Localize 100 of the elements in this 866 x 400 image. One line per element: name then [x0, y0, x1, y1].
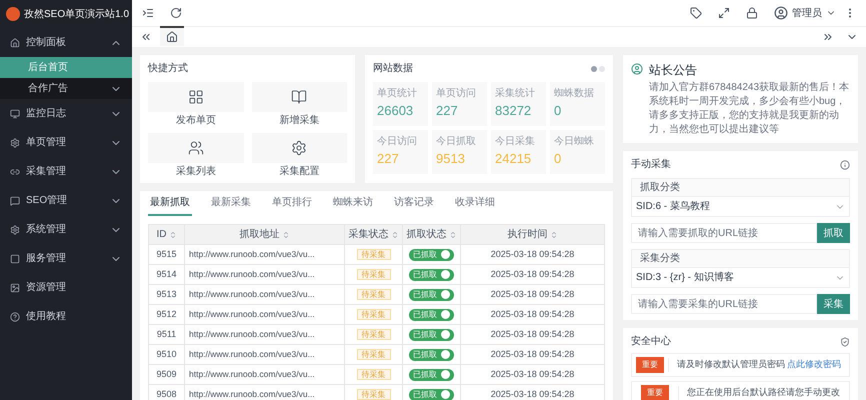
table-cell: 9513 [148, 284, 184, 304]
stat-value: 26603 [377, 102, 414, 120]
stat-label: 今日抓取 [436, 135, 477, 149]
sidebar-item[interactable]: 使用教程 [0, 302, 132, 331]
sort-icon [550, 230, 558, 238]
tab[interactable]: 单页排行 [270, 195, 314, 216]
stat-value: 0 [554, 102, 562, 120]
status-tag: 待采集 [356, 388, 390, 400]
table-cell: 9509 [148, 364, 184, 384]
refresh-icon[interactable] [170, 7, 182, 19]
home-tab[interactable] [160, 26, 184, 46]
column-header[interactable]: 执行时间 [460, 224, 604, 244]
status-tag: 待采集 [356, 308, 390, 320]
field-label: 采集分类 [632, 250, 849, 268]
table-cell: http://www.runoob.com/vue3/vu... [184, 324, 344, 344]
table-cell: http://www.runoob.com/vue3/vu... [184, 304, 344, 324]
table-cell: http://www.runoob.com/vue3/vu... [184, 244, 344, 264]
sidebar-item[interactable]: 采集管理 [0, 157, 132, 186]
table-cell: 9511 [148, 324, 184, 344]
sort-icon [168, 230, 176, 238]
sidebar-item[interactable]: 服务管理 [0, 244, 132, 273]
change-password-link[interactable]: 点此修改密码 [787, 358, 841, 372]
table-cell: http://www.runoob.com/vue3/vu... [184, 364, 344, 384]
menu-icon[interactable] [142, 7, 154, 19]
table-cell: http://www.runoob.com/vue3/vu... [184, 284, 344, 304]
sidebar-item[interactable]: SEO管理 [0, 186, 132, 215]
sidebar-subitem[interactable]: 合作广告 [0, 78, 132, 99]
table-cell: 9515 [148, 244, 184, 264]
stat-value: 227 [377, 150, 400, 168]
users-icon [188, 140, 204, 156]
stat-value: 83272 [495, 102, 532, 120]
tag-icon[interactable] [690, 7, 702, 19]
table-cell: 2025-03-18 09:54:28 [460, 364, 604, 384]
user-menu[interactable]: 管理员 [774, 6, 836, 20]
home-icon [10, 38, 20, 48]
column-header[interactable]: 采集状态 [344, 224, 402, 244]
table-cell: 9510 [148, 344, 184, 364]
status-tag: 待采集 [356, 348, 390, 360]
scroll-right-icon[interactable] [822, 31, 834, 43]
submit-button[interactable]: 采集 [817, 294, 850, 314]
card-title: 安全中心 [631, 334, 672, 349]
security-text: 请及时修改默认管理员密码 [677, 358, 785, 372]
stat-label: 采集统计 [495, 86, 536, 101]
select-field[interactable]: SID:3 - {zr} - 知识博客 [632, 268, 849, 287]
fullscreen-icon[interactable] [718, 7, 730, 19]
field-label: 抓取分类 [632, 179, 849, 197]
column-header[interactable]: ID [148, 224, 184, 244]
scroll-left-icon[interactable] [140, 31, 152, 43]
card-title: 手动采集 [631, 158, 672, 172]
chat-icon [10, 196, 20, 206]
tab[interactable]: 最新抓取 [148, 195, 192, 216]
sidebar-item[interactable]: 系统管理 [0, 215, 132, 244]
notice-text: 请加入官方群678484243获取最新的售后！本系统耗时一周开发完成，多少会有些小bug，请多多支持正版，您的支持就是我更新的动力，当然您也可以提出建议等 [649, 81, 850, 137]
importance-badge: 重要 [641, 385, 669, 400]
info-icon[interactable] [840, 160, 850, 170]
stat-label: 单页访问 [436, 86, 477, 101]
tab[interactable]: 蜘蛛来访 [331, 195, 375, 216]
table-cell: 2025-03-18 09:54:28 [460, 344, 604, 364]
table-cell: http://www.runoob.com/vue3/vu... [184, 344, 344, 364]
column-header[interactable]: 抓取状态 [402, 224, 460, 244]
status-tag: 待采集 [356, 248, 390, 260]
site-title: 孜然SEO单页演示站1.0 [24, 8, 130, 22]
gear-icon [10, 138, 20, 148]
status-tag: 待采集 [356, 288, 390, 300]
table-cell: 2025-03-18 09:54:28 [460, 284, 604, 304]
stat-label: 今日访问 [377, 134, 418, 149]
stat-value: 24215 [495, 150, 532, 168]
tab[interactable]: 访客记录 [392, 195, 436, 216]
sort-icon [448, 230, 456, 238]
sidebar-item[interactable]: 单页管理 [0, 128, 132, 157]
sidebar-item[interactable]: 控制面板 [0, 28, 132, 57]
url-input[interactable]: 请输入需要抓取的URL链接 [631, 223, 817, 243]
sidebar-item[interactable]: 监控日志 [0, 99, 132, 128]
stat-label: 单页统计 [377, 86, 418, 101]
lock-icon[interactable] [746, 7, 758, 19]
gear-icon [10, 224, 20, 234]
url-input[interactable]: 请输入需要采集的URL链接 [631, 294, 817, 314]
table-cell: 9508 [148, 384, 184, 400]
gear-icon [291, 140, 308, 156]
select-field[interactable]: SID:6 - 菜鸟教程 [632, 197, 849, 216]
table-cell: 9512 [148, 304, 184, 324]
status-tag: 待采集 [356, 368, 390, 380]
tab[interactable]: 最新采集 [209, 195, 253, 216]
stat-value: 9513 [436, 150, 466, 168]
home-icon [166, 31, 178, 43]
status-tag: 待采集 [356, 268, 390, 280]
book-icon [291, 89, 308, 105]
monitor-icon [10, 108, 20, 118]
tab[interactable]: 收录详细 [453, 195, 497, 216]
help-icon [10, 312, 20, 322]
stat-value: 0 [554, 150, 562, 168]
table-cell: 2025-03-18 09:54:28 [460, 264, 604, 284]
importance-badge: 重要 [636, 357, 664, 373]
logo-icon [6, 7, 20, 21]
sidebar-item[interactable]: 资源管理 [0, 273, 132, 302]
submit-button[interactable]: 抓取 [817, 223, 850, 243]
column-header[interactable]: 抓取地址 [184, 224, 344, 244]
sort-icon [282, 230, 290, 238]
table-cell: http://www.runoob.com/vue3/vu... [184, 264, 344, 284]
stat-label: 今日蜘蛛 [554, 134, 595, 149]
